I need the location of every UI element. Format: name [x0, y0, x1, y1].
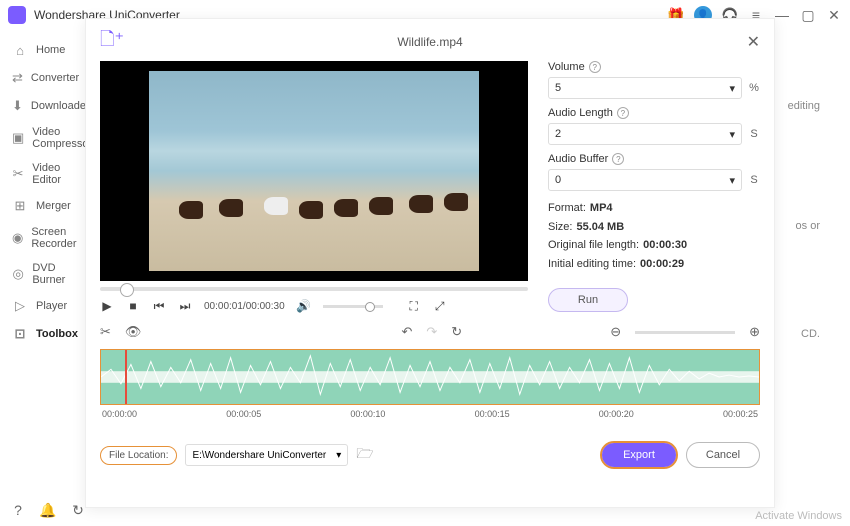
bg-text: os or: [796, 220, 820, 232]
snapshot-icon[interactable]: ⛶: [407, 299, 421, 313]
home-icon: ⌂: [12, 42, 28, 58]
compress-icon: ▣: [12, 130, 24, 146]
chevron-down-icon: ▾: [729, 174, 735, 187]
seek-bar[interactable]: [100, 287, 528, 291]
audio-buffer-select[interactable]: 0▾: [548, 169, 742, 191]
volume-label: Volume: [548, 61, 585, 73]
unit-label: S: [748, 174, 760, 186]
help-icon[interactable]: ?: [589, 61, 601, 73]
size-value: 55.04 MB: [576, 221, 624, 233]
redo-icon[interactable]: ↷: [426, 324, 437, 340]
sidebar-item-video-editor[interactable]: ✂Video Editor: [0, 156, 90, 192]
stop-button[interactable]: ■: [126, 299, 140, 313]
sidebar-item-player[interactable]: ▷Player: [0, 292, 90, 320]
toolbox-icon: ⊡: [12, 326, 28, 342]
close-window-icon[interactable]: ✕: [826, 7, 842, 23]
modal-title: Wildlife.mp4: [100, 35, 760, 49]
fullscreen-icon[interactable]: ⤢: [433, 299, 447, 313]
prev-frame-button[interactable]: ⏮: [152, 299, 166, 313]
chevron-down-icon: ▾: [729, 128, 735, 141]
audio-length-label: Audio Length: [548, 107, 613, 119]
sidebar-item-home[interactable]: ⌂Home: [0, 36, 90, 64]
help-icon[interactable]: ?: [617, 107, 629, 119]
initial-edit-time: 00:00:29: [640, 258, 684, 270]
chevron-down-icon: ▾: [729, 82, 735, 95]
sidebar-item-converter[interactable]: ⇄Converter: [0, 64, 90, 92]
timeline-ruler: 00:00:00 00:00:05 00:00:10 00:00:15 00:0…: [100, 409, 760, 419]
disc-icon: ◎: [12, 266, 24, 282]
help-icon[interactable]: ?: [10, 502, 26, 518]
bg-text: CD.: [801, 328, 820, 340]
play-icon: ▷: [12, 298, 28, 314]
eye-icon[interactable]: 👁: [125, 324, 142, 340]
record-icon: ◉: [12, 230, 23, 246]
cut-icon[interactable]: ✂: [100, 324, 111, 340]
audio-buffer-label: Audio Buffer: [548, 153, 608, 165]
undo-icon[interactable]: ↶: [401, 324, 412, 340]
maximize-icon[interactable]: ▢: [800, 7, 816, 23]
smart-trimmer-modal: 🗋⁺ Wildlife.mp4 ✕ ▶ ■: [85, 18, 775, 508]
sidebar-item-screen-recorder[interactable]: ◉Screen Recorder: [0, 220, 90, 256]
playhead[interactable]: [125, 349, 127, 405]
reset-icon[interactable]: ↻: [451, 324, 462, 340]
original-length: 00:00:30: [643, 239, 687, 251]
folder-icon[interactable]: 🗁: [356, 443, 373, 467]
bg-text: editing: [788, 100, 820, 112]
bell-icon[interactable]: 🔔: [40, 502, 56, 518]
audio-length-select[interactable]: 2▾: [548, 123, 742, 145]
format-value: MP4: [590, 202, 613, 214]
unit-label: %: [748, 82, 760, 94]
playback-time: 00:00:01/00:00:30: [204, 301, 285, 312]
file-location-label: File Location:: [100, 446, 177, 465]
sidebar: ⌂Home ⇄Converter ⬇Downloader ▣Video Comp…: [0, 30, 90, 490]
activate-windows-watermark: Activate Windows: [755, 510, 842, 522]
refresh-icon[interactable]: ↻: [70, 502, 86, 518]
unit-label: S: [748, 128, 760, 140]
next-frame-button[interactable]: ⏭: [178, 299, 192, 313]
convert-icon: ⇄: [12, 70, 23, 86]
sidebar-item-merger[interactable]: ⊞Merger: [0, 192, 90, 220]
sidebar-item-video-compressor[interactable]: ▣Video Compressor: [0, 120, 90, 156]
minimize-icon[interactable]: —: [774, 7, 790, 23]
play-button[interactable]: ▶: [100, 299, 114, 313]
export-button[interactable]: Export: [600, 441, 678, 469]
close-icon[interactable]: ✕: [747, 32, 760, 52]
zoom-in-icon[interactable]: ⊕: [749, 324, 760, 340]
merge-icon: ⊞: [12, 198, 28, 214]
volume-select[interactable]: 5▾: [548, 77, 742, 99]
zoom-out-icon[interactable]: ⊖: [610, 324, 621, 340]
sidebar-item-dvd-burner[interactable]: ◎DVD Burner: [0, 256, 90, 292]
download-icon: ⬇: [12, 98, 23, 114]
run-button[interactable]: Run: [548, 288, 628, 312]
zoom-slider[interactable]: [635, 331, 735, 334]
help-icon[interactable]: ?: [612, 153, 624, 165]
volume-icon[interactable]: 🔊: [297, 299, 311, 313]
chevron-down-icon: ▾: [336, 450, 341, 461]
cancel-button[interactable]: Cancel: [686, 442, 760, 468]
file-location-select[interactable]: E:\Wondershare UniConverter▾: [185, 444, 348, 466]
sidebar-item-toolbox[interactable]: ⊡Toolbox: [0, 320, 90, 348]
app-logo-icon: [8, 6, 26, 24]
waveform-timeline[interactable]: [100, 349, 760, 405]
sidebar-item-downloader[interactable]: ⬇Downloader: [0, 92, 90, 120]
video-preview[interactable]: [100, 61, 528, 281]
scissors-icon: ✂: [12, 166, 24, 182]
volume-slider[interactable]: [323, 305, 383, 308]
